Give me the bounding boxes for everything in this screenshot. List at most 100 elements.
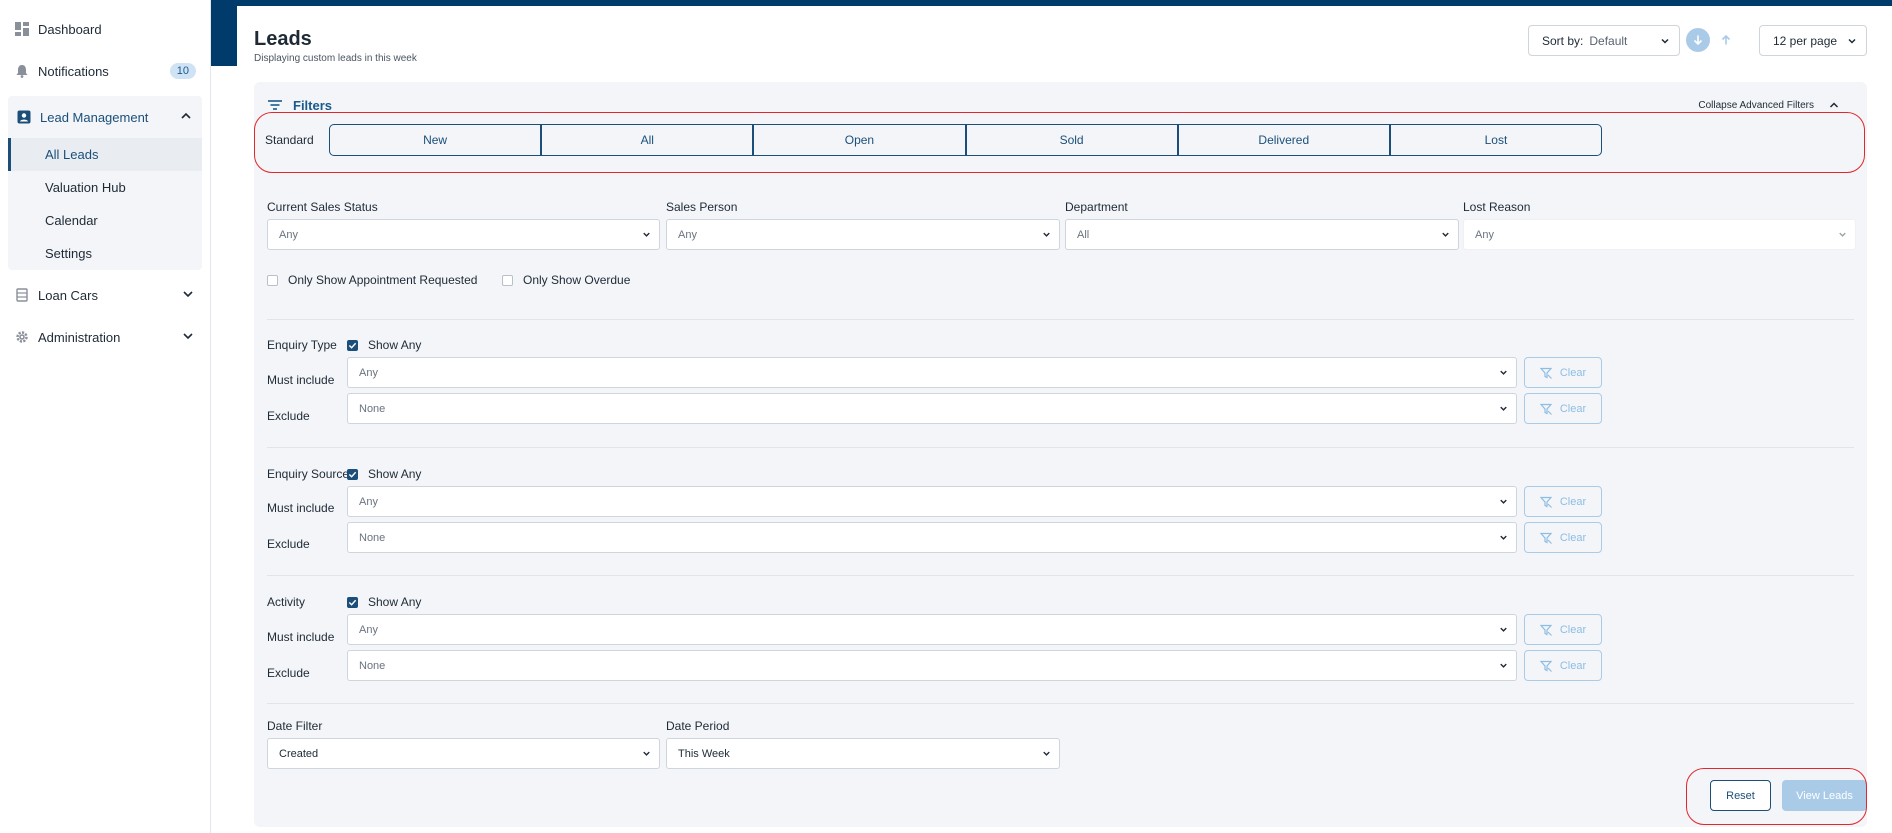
clear-button[interactable]: Clear [1524,357,1602,388]
sidebar-subitem-all-leads[interactable]: All Leads [8,138,202,171]
clear-label: Clear [1559,623,1587,636]
sidebar-item-label: Loan Cars [38,287,98,303]
sidebar-item-administration[interactable]: Administration [0,316,210,358]
enquiry-source-label: Enquiry Source [267,467,350,481]
standard-tab-lost[interactable]: Lost [1391,125,1601,155]
contact-card-icon [16,109,32,125]
filter-clear-icon [1539,660,1553,672]
date-period-label: Date Period [666,719,730,733]
clear-button[interactable]: Clear [1524,614,1602,645]
filters-title: Filters [293,97,333,113]
overdue-checkbox[interactable]: Only Show Overdue [502,273,630,287]
sort-ascending-button[interactable] [1714,28,1738,52]
checkbox-checked[interactable] [347,468,358,480]
clear-button[interactable]: Clear [1524,522,1602,553]
enquiry-type-must-include-select[interactable]: Any [347,357,1517,388]
chevron-up-icon [1828,99,1840,111]
car-icon [14,287,30,303]
check-icon [348,342,357,349]
select-value: None [359,659,386,672]
sidebar-item-label: Administration [38,329,121,345]
activity-exclude-select[interactable]: None [347,650,1517,681]
checkbox-checked[interactable] [347,339,358,351]
sidebar-item-loan-cars[interactable]: Loan Cars [0,274,210,316]
sort-select[interactable]: Sort by: Default [1528,25,1680,56]
sales-person-select[interactable]: Any [666,219,1060,250]
standard-tab-open[interactable]: Open [754,125,967,155]
date-filter-label: Date Filter [267,719,323,733]
enquiry-type-show-any-checkbox[interactable]: Show Any [347,338,421,352]
sales-person-label: Sales Person [666,200,738,214]
activity-must-include-select[interactable]: Any [347,614,1517,645]
date-period-select[interactable]: This Week [666,738,1060,769]
chevron-down-icon [1498,496,1509,507]
date-filter-select[interactable]: Created [267,738,660,769]
chevron-down-icon [182,288,196,302]
lost-reason-select[interactable]: Any [1463,219,1856,250]
divider [267,319,1854,320]
clear-label: Clear [1559,495,1587,508]
checkbox-checked[interactable] [347,596,358,608]
appointment-requested-checkbox[interactable]: Only Show Appointment Requested [267,273,477,287]
sidebar-item-label: Notifications [38,63,109,79]
lost-reason-label: Lost Reason [1463,200,1531,214]
clear-button[interactable]: Clear [1524,486,1602,517]
checkbox-label: Only Show Overdue [523,273,631,287]
chevron-down-icon [1659,35,1671,47]
enquiry-source-show-any-checkbox[interactable]: Show Any [347,467,421,481]
select-value: This Week [678,747,730,760]
sidebar: Dashboard Notifications 10 Lead Manageme… [0,0,211,833]
standard-tab-sold[interactable]: Sold [967,125,1179,155]
checkbox-label: Show Any [368,338,422,352]
select-value: Any [678,228,697,241]
reset-button[interactable]: Reset [1710,780,1771,811]
select-value: Created [279,747,319,760]
view-leads-button[interactable]: View Leads [1782,780,1867,811]
top-band-corner [211,0,237,66]
sidebar-item-dashboard[interactable]: Dashboard [0,8,210,50]
lead-management-group: Lead Management All Leads Valuation Hub … [8,96,202,270]
enquiry-source-exclude-select[interactable]: None [347,522,1517,553]
sort-descending-button[interactable] [1686,28,1710,52]
chevron-down-icon [1498,403,1509,414]
notification-count-badge: 10 [169,63,196,79]
exclude-label: Exclude [267,537,310,551]
main-content: Leads Displaying custom leads in this we… [237,6,1877,833]
chevron-down-icon [1498,532,1509,543]
clear-button[interactable]: Clear [1524,393,1602,424]
gear-icon [14,329,30,345]
clear-label: Clear [1559,366,1587,379]
checkbox-box[interactable] [267,274,278,286]
sort-value: Default [1589,33,1628,48]
standard-label: Standard [265,133,314,147]
filter-clear-icon [1539,403,1553,415]
enquiry-source-must-include-select[interactable]: Any [347,486,1517,517]
standard-tab-new[interactable]: New [330,125,543,155]
sidebar-item-lead-management[interactable]: Lead Management [8,96,202,138]
per-page-select[interactable]: 12 per page [1759,25,1867,56]
sidebar-item-label: Lead Management [40,109,149,125]
current-sales-status-select[interactable]: Any [267,219,660,250]
sidebar-subitem-settings[interactable]: Settings [8,237,202,270]
clear-button[interactable]: Clear [1524,650,1602,681]
checkbox-label: Show Any [368,595,422,609]
chevron-down-icon [1498,367,1509,378]
collapse-advanced-filters-link[interactable]: Collapse Advanced Filters [1698,99,1840,111]
sidebar-item-notifications[interactable]: Notifications 10 [0,50,210,92]
sidebar-subitem-calendar[interactable]: Calendar [8,204,202,237]
sidebar-subitem-valuation-hub[interactable]: Valuation Hub [8,171,202,204]
filter-clear-icon [1539,624,1553,636]
standard-tab-delivered[interactable]: Delivered [1179,125,1391,155]
select-value: Any [359,366,378,379]
filter-lines-icon [267,97,283,113]
chevron-down-icon [1041,229,1052,240]
chevron-down-icon [641,748,652,759]
chevron-down-icon [182,330,196,344]
enquiry-type-label: Enquiry Type [267,338,337,352]
activity-show-any-checkbox[interactable]: Show Any [347,595,421,609]
enquiry-type-exclude-select[interactable]: None [347,393,1517,424]
department-select[interactable]: All [1065,219,1459,250]
checkbox-box[interactable] [502,274,513,286]
filters-header[interactable]: Filters [267,97,332,113]
standard-tab-all[interactable]: All [542,125,755,155]
